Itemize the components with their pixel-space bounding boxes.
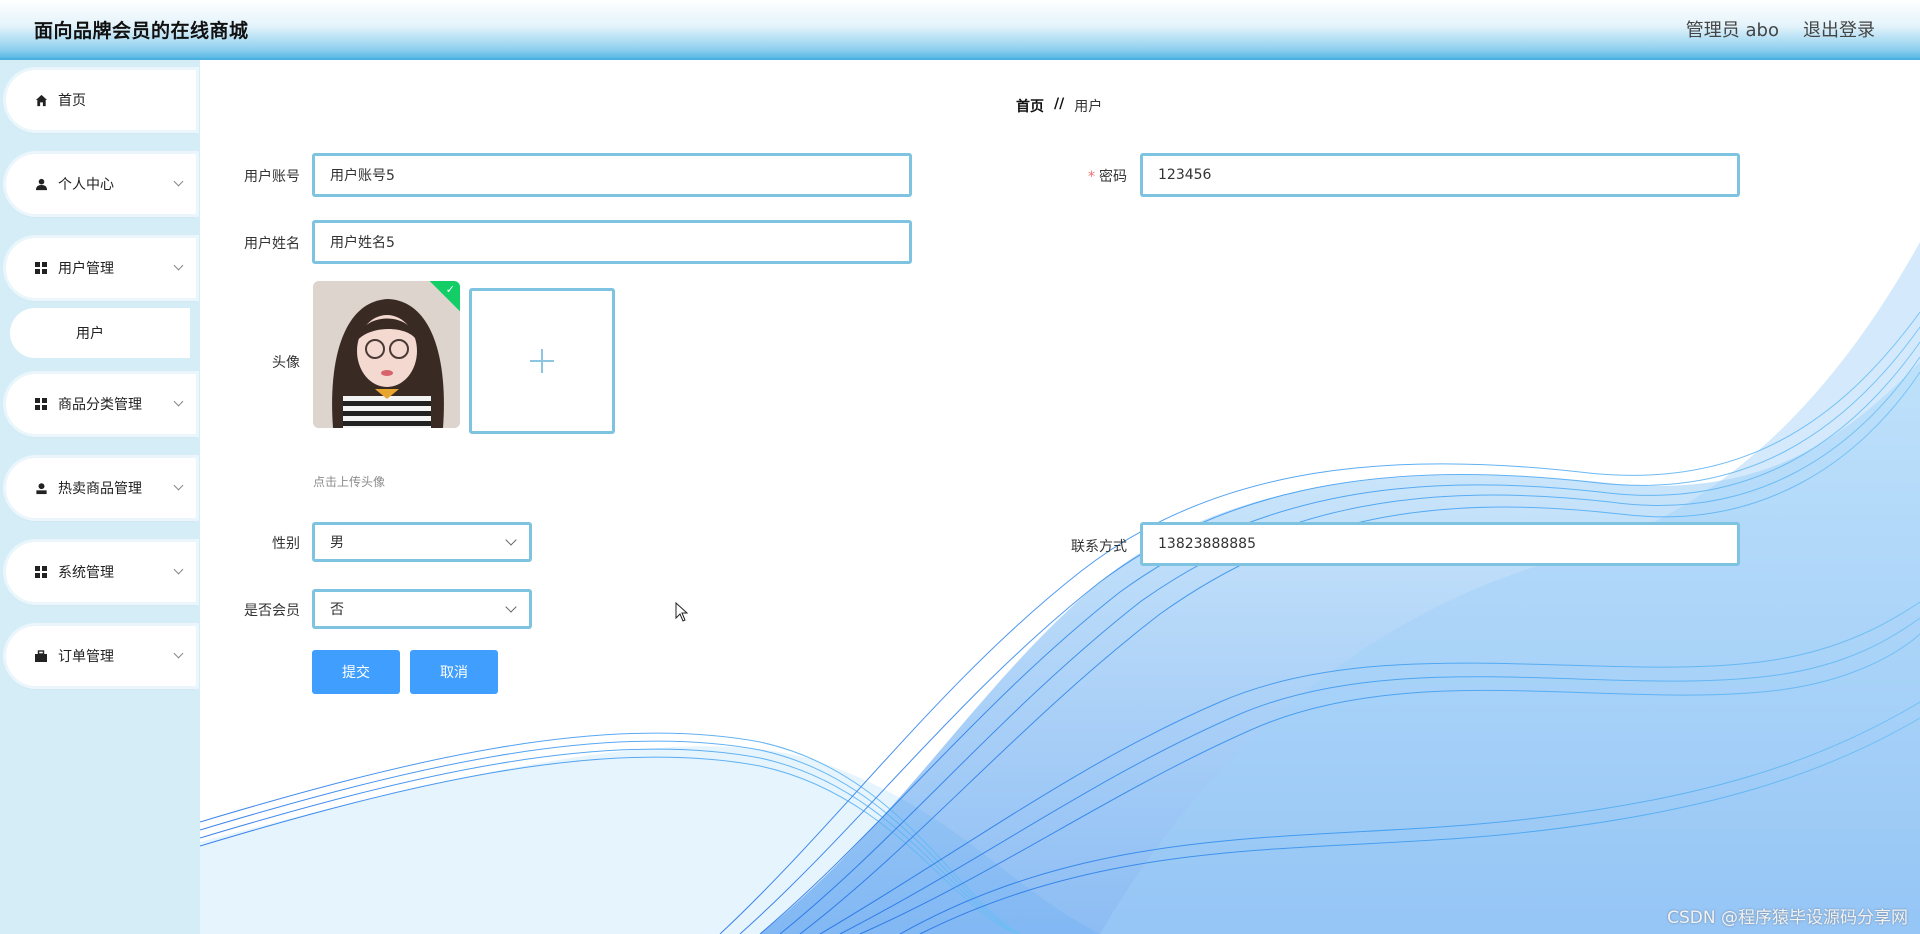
sidebar-item-personal-center[interactable]: 个人中心 <box>6 154 196 214</box>
name-label: 用户姓名 <box>244 236 300 252</box>
required-mark: * <box>1088 169 1095 185</box>
sidebar-item-system-management[interactable]: 系统管理 <box>6 542 196 602</box>
submit-button[interactable]: 提交 <box>312 650 400 694</box>
chevron-down-icon <box>505 534 517 546</box>
sidebar-item-label: 首页 <box>58 93 86 109</box>
watermark-text: CSDN @程序猿毕设源码分享网 <box>1667 908 1908 928</box>
account-input[interactable] <box>312 153 912 197</box>
password-input[interactable] <box>1140 153 1740 197</box>
gender-select-value: 男 <box>330 535 344 551</box>
person-icon <box>34 177 48 191</box>
password-label: * 密码 <box>1027 166 1127 186</box>
sidebar-subitem-user[interactable]: 用户 <box>10 308 190 358</box>
breadcrumb-current: 用户 <box>1074 99 1103 115</box>
chevron-down-icon <box>173 260 184 271</box>
sidebar-subitem-label: 用户 <box>76 326 104 342</box>
chevron-down-icon <box>173 564 184 575</box>
sidebar-item-label: 系统管理 <box>58 565 114 581</box>
chevron-down-icon <box>505 601 517 613</box>
account-label: 用户账号 <box>244 169 300 185</box>
admin-user-label[interactable]: 管理员 abo <box>1686 16 1779 42</box>
top-header: 面向品牌会员的在线商城 管理员 abo 退出登录 <box>0 0 1920 60</box>
sidebar: 首页 个人中心 用户管理 用户 商品分类管理 热卖商品管理 系统管理 订单管理 <box>0 60 200 934</box>
name-input[interactable] <box>312 220 912 264</box>
sidebar-item-order-management[interactable]: 订单管理 <box>6 626 196 686</box>
chevron-down-icon <box>173 648 184 659</box>
mouse-cursor-icon <box>675 602 689 622</box>
logout-link[interactable]: 退出登录 <box>1803 16 1875 42</box>
header-actions: 管理员 abo 退出登录 <box>1686 16 1875 42</box>
chevron-down-icon <box>173 396 184 407</box>
breadcrumb-home[interactable]: 首页 <box>1016 96 1044 116</box>
check-icon: ✓ <box>445 283 455 296</box>
plus-icon <box>530 349 554 373</box>
gender-label: 性别 <box>272 536 300 552</box>
password-label-text: 密码 <box>1099 169 1127 185</box>
sidebar-item-label: 用户管理 <box>58 261 114 277</box>
grid-icon <box>34 565 48 579</box>
sidebar-item-label: 个人中心 <box>58 177 114 193</box>
avatar-image <box>313 281 460 428</box>
member-select-value: 否 <box>330 602 344 618</box>
grid-icon <box>34 261 48 275</box>
user-icon <box>34 481 48 495</box>
chevron-down-icon <box>173 480 184 491</box>
sidebar-item-hot-goods-management[interactable]: 热卖商品管理 <box>6 458 196 518</box>
sidebar-item-category-management[interactable]: 商品分类管理 <box>6 374 196 434</box>
home-icon <box>34 93 48 107</box>
briefcase-icon <box>34 649 48 663</box>
upload-hint: 点击上传头像 <box>313 475 386 489</box>
grid-icon <box>34 397 48 411</box>
chevron-down-icon <box>173 176 184 187</box>
gender-select[interactable]: 男 <box>312 522 532 562</box>
sidebar-item-label: 订单管理 <box>58 649 114 665</box>
app-title: 面向品牌会员的在线商城 <box>34 19 249 42</box>
sidebar-item-home[interactable]: 首页 <box>6 70 196 130</box>
contact-input[interactable] <box>1140 522 1740 566</box>
member-select[interactable]: 否 <box>312 589 532 629</box>
avatar-upload-button[interactable] <box>469 288 615 434</box>
sidebar-item-user-management[interactable]: 用户管理 <box>6 238 196 298</box>
breadcrumb-separator: // <box>1054 96 1065 112</box>
avatar-label: 头像 <box>272 355 300 371</box>
contact-label: 联系方式 <box>1071 539 1127 555</box>
breadcrumb: 首页 // 用户 <box>1016 96 1102 116</box>
avatar-preview[interactable]: ✓ <box>313 281 460 428</box>
sidebar-item-label: 商品分类管理 <box>58 397 142 413</box>
sidebar-item-label: 热卖商品管理 <box>58 481 142 497</box>
member-label: 是否会员 <box>244 603 300 619</box>
main-content: 首页 // 用户 用户账号 *密码 用户姓名 头像 ✓ <box>200 62 1920 934</box>
cancel-button[interactable]: 取消 <box>410 650 498 694</box>
